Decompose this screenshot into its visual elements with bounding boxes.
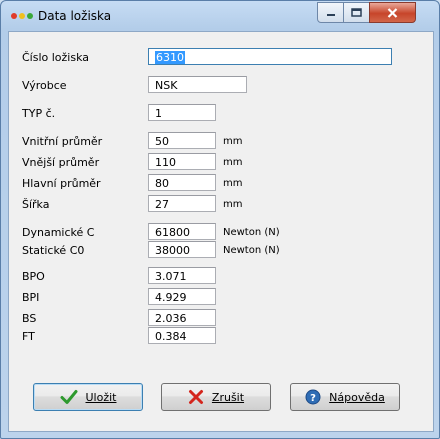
vnitrni-prumer-input[interactable]: 50 (148, 132, 216, 149)
ft-input[interactable]: 0.384 (148, 327, 216, 344)
label-dynamicke-c: Dynamické C (22, 226, 95, 239)
dynamicke-c-input[interactable]: 61800 (148, 223, 216, 240)
cancel-button-label: Zrušit (211, 390, 245, 404)
bs-input[interactable]: 2.036 (148, 309, 216, 326)
save-button[interactable]: Uložit (33, 383, 143, 411)
hlavni-prumer-input[interactable]: 80 (148, 174, 216, 191)
window-title: Data ložiska (38, 9, 112, 23)
vnejsi-prumer-input[interactable]: 110 (148, 153, 216, 170)
help-button-label: Nápověda (329, 390, 385, 404)
unit-dynamicke-c: Newton (N) (223, 227, 280, 238)
close-icon (387, 7, 398, 18)
unit-vnitrni-prumer: mm (223, 136, 243, 147)
label-bs: BS (22, 312, 37, 325)
checkmark-icon (60, 390, 77, 404)
label-vnejsi-prumer: Vnější průměr (22, 156, 100, 169)
typ-input[interactable]: 1 (148, 104, 216, 121)
maximize-button[interactable] (343, 2, 370, 23)
sirka-input[interactable]: 27 (148, 195, 216, 212)
bearing-data-window: Data ložiska Číslo ložiska 6310 Výrobce … (0, 0, 440, 439)
save-button-label: Uložit (85, 390, 117, 404)
minimize-button[interactable] (317, 2, 344, 23)
help-button[interactable]: ? Nápověda (290, 383, 400, 411)
dialog-client-area: Číslo ložiska 6310 Výrobce NSK TYP č. 1 … (8, 31, 434, 432)
vyrobce-input[interactable]: NSK (148, 76, 247, 93)
unit-hlavni-prumer: mm (223, 178, 243, 189)
label-staticke-c0: Statické C0 (22, 244, 85, 257)
cancel-button[interactable]: Zrušit (161, 383, 271, 411)
label-typ: TYP č. (22, 107, 56, 120)
minimize-icon (326, 13, 335, 16)
cislo-loziska-value: 6310 (155, 51, 185, 64)
help-question-icon: ? (305, 389, 321, 405)
red-x-icon (188, 390, 203, 404)
bpi-input[interactable]: 4.929 (148, 288, 216, 305)
label-hlavni-prumer: Hlavní průměr (22, 177, 101, 190)
label-cislo-loziska: Číslo ložiska (22, 51, 90, 64)
label-bpi: BPI (22, 291, 40, 304)
maximize-icon (351, 8, 362, 17)
label-bpo: BPO (22, 270, 45, 283)
unit-vnejsi-prumer: mm (223, 157, 243, 168)
svg-text:?: ? (310, 393, 316, 404)
title-bar[interactable]: Data ložiska (1, 1, 439, 31)
close-button[interactable] (369, 2, 416, 23)
label-sirka: Šířka (22, 198, 50, 211)
label-ft: FT (22, 330, 35, 343)
label-vyrobce: Výrobce (22, 79, 67, 92)
bpo-input[interactable]: 3.071 (148, 267, 216, 284)
cislo-loziska-input[interactable]: 6310 (148, 48, 392, 65)
unit-staticke-c0: Newton (N) (223, 245, 280, 256)
app-icon (11, 13, 33, 19)
staticke-c0-input[interactable]: 38000 (148, 241, 216, 258)
unit-sirka: mm (223, 199, 243, 210)
label-vnitrni-prumer: Vnitřní průměr (22, 135, 103, 148)
